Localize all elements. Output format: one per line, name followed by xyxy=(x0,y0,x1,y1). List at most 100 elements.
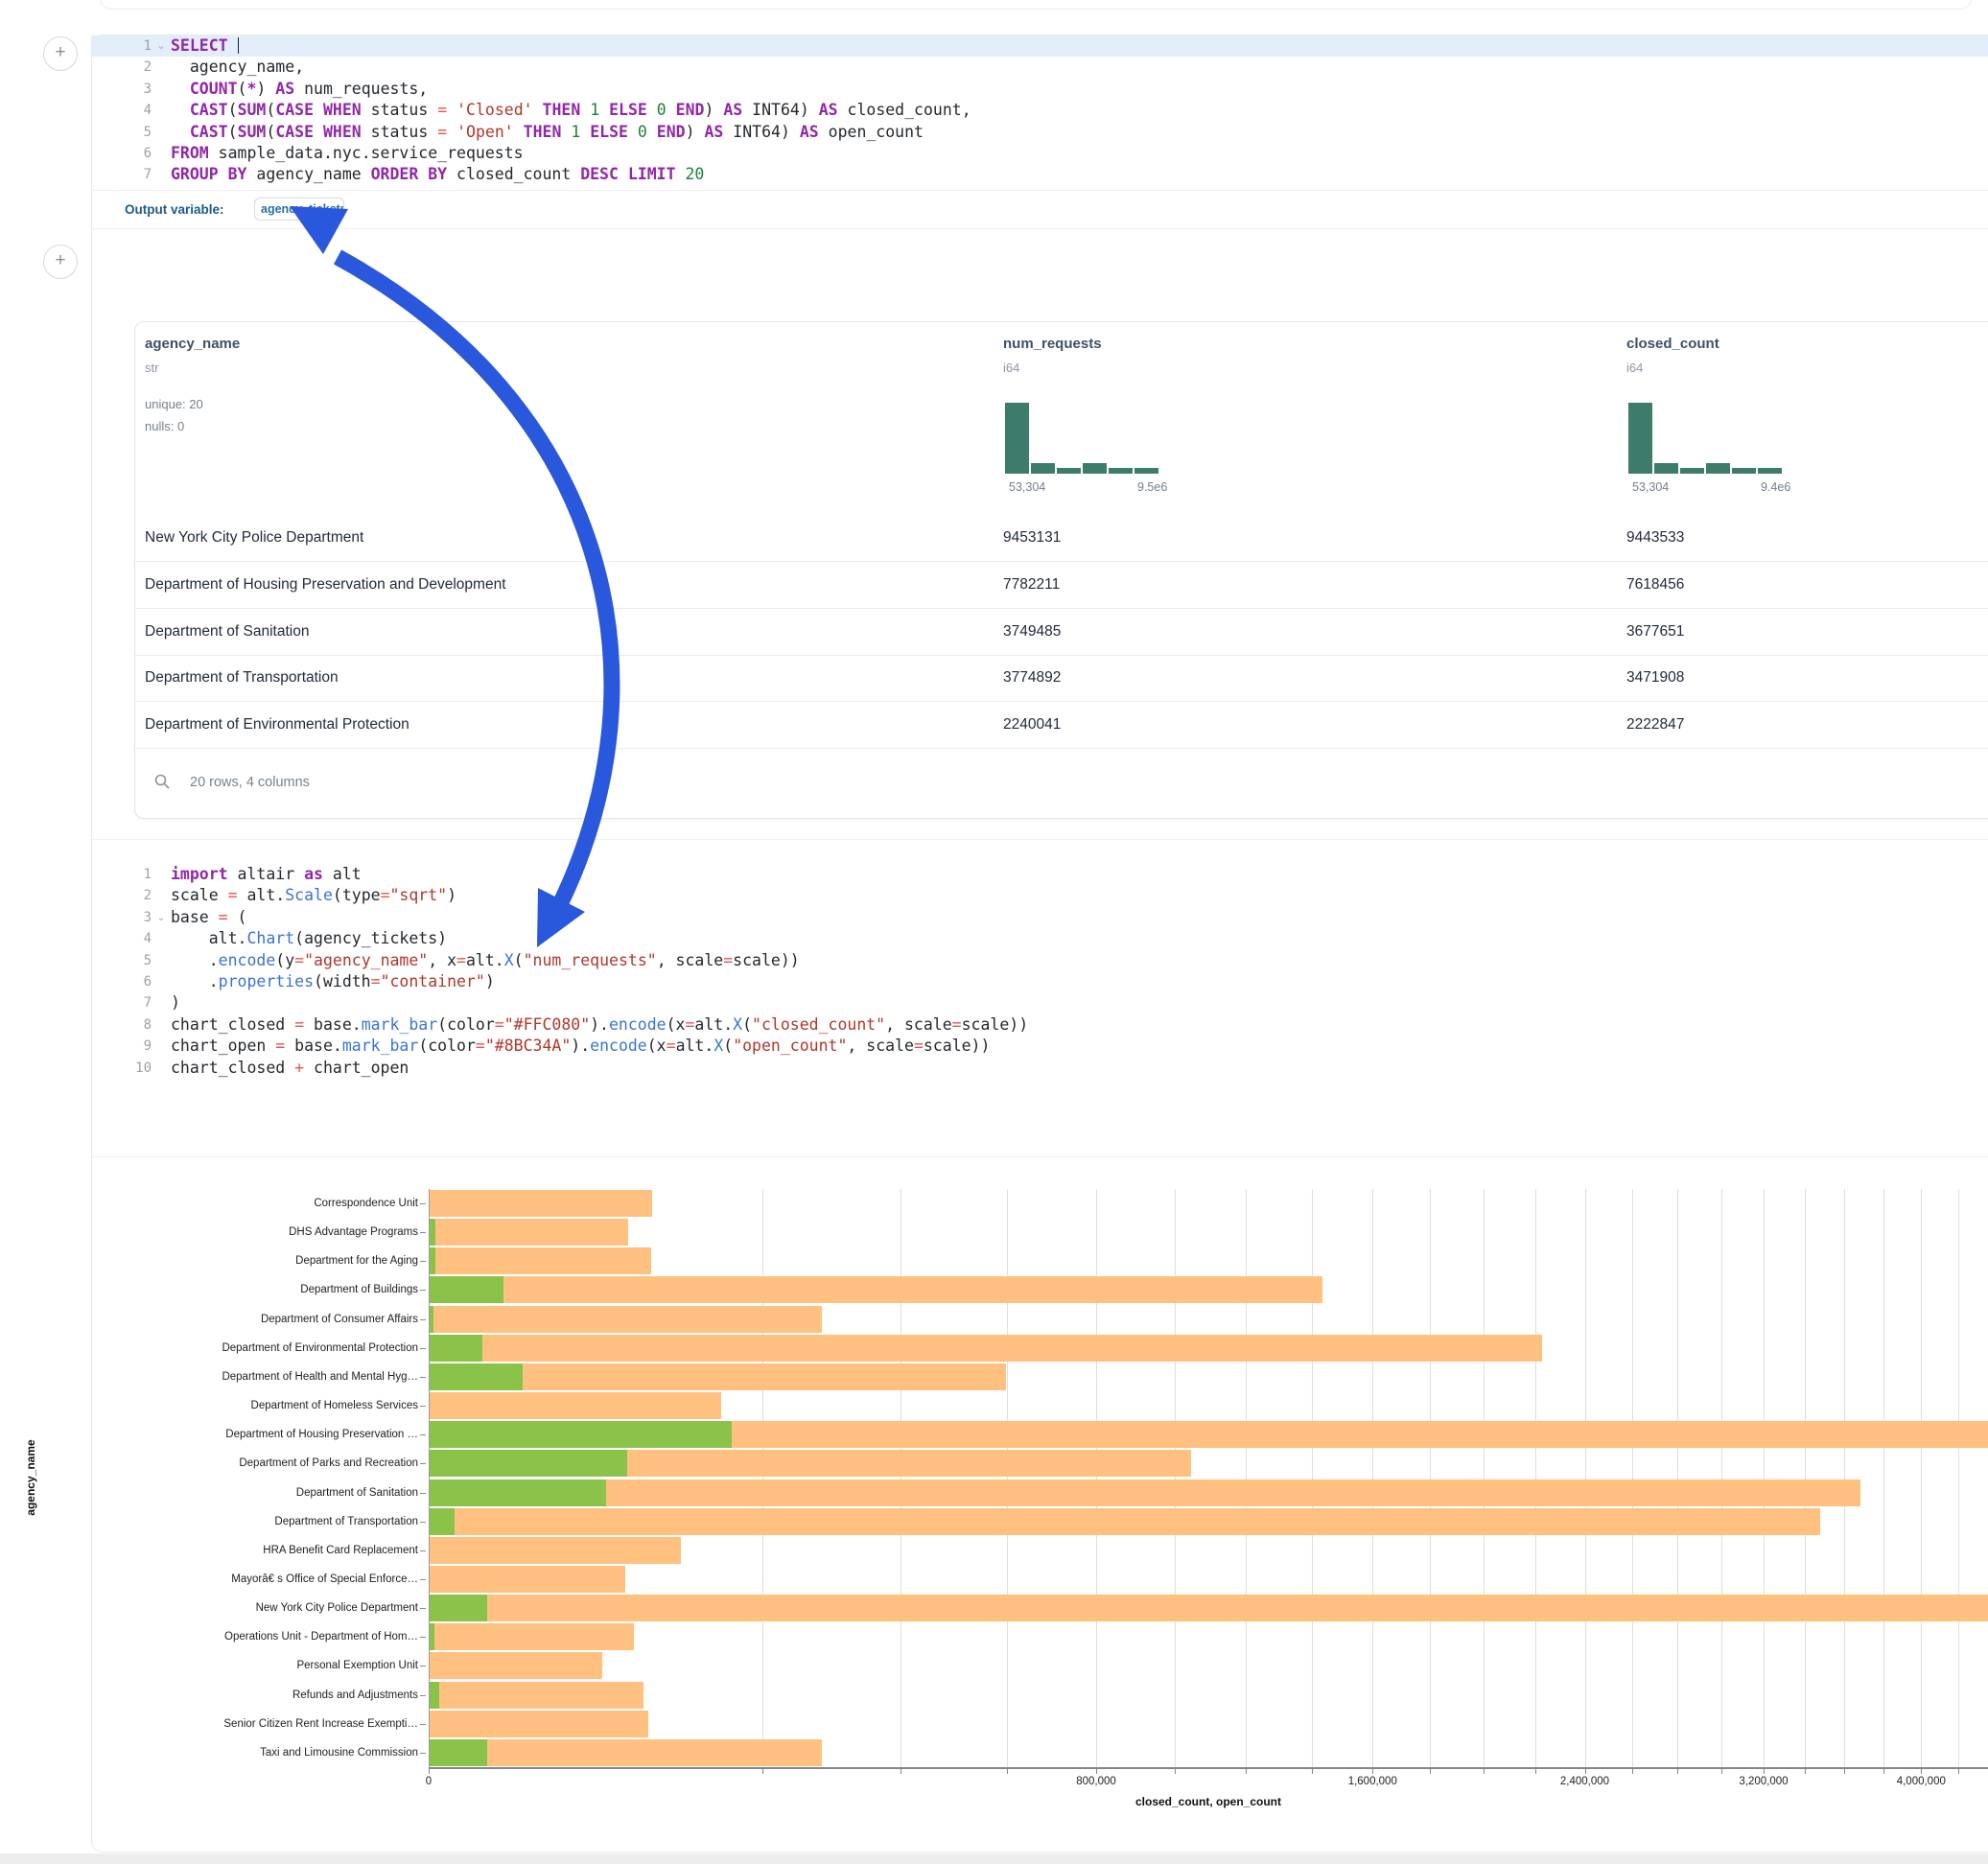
python-editor[interactable]: 1import altair as alt2scale = alt.Scale(… xyxy=(91,864,1988,1079)
table-row[interactable]: Department of Housing Preservation and D… xyxy=(135,561,1988,609)
column-header[interactable]: num_requests xyxy=(1003,336,1102,352)
code-line[interactable]: 8chart_closed = base.mark_bar(color="#FF… xyxy=(91,1014,1988,1036)
add-cell-button-output[interactable]: + xyxy=(43,245,78,279)
x-tick-label: 3,200,000 xyxy=(1720,1776,1807,1787)
gridline xyxy=(1805,1189,1806,1767)
code-line[interactable]: 2 agency_name, xyxy=(91,57,1988,78)
category-label: Department of Transportation xyxy=(134,1515,418,1528)
y-tick xyxy=(420,1377,426,1378)
open_count-bar xyxy=(430,1739,487,1766)
y-tick xyxy=(420,1522,426,1523)
text-cursor xyxy=(238,37,240,54)
closed_count-bar xyxy=(430,1566,625,1593)
gridline xyxy=(1535,1189,1536,1767)
line-number: 4 xyxy=(91,928,171,949)
column-header[interactable]: agency_name xyxy=(145,336,240,352)
line-number: 2 xyxy=(91,885,171,906)
column-header[interactable]: closed_count xyxy=(1626,336,1719,352)
closed_count-bar xyxy=(430,1508,1820,1535)
gridline xyxy=(1844,1189,1845,1767)
category-label: Department of Sanitation xyxy=(134,1486,418,1500)
closed_count-bar xyxy=(430,1739,822,1766)
code-line[interactable]: 3⌄base = ( xyxy=(91,907,1988,928)
line-number: 5 xyxy=(91,122,171,143)
category-label: Department of Health and Mental Hyg… xyxy=(134,1370,418,1384)
code-line[interactable]: 4 alt.Chart(agency_tickets) xyxy=(91,928,1988,949)
code-line[interactable]: 3 COUNT(*) AS num_requests, xyxy=(91,79,1988,100)
y-tick xyxy=(420,1261,426,1262)
table-row[interactable]: Department of Environmental Protection22… xyxy=(135,701,1988,749)
code-line[interactable]: 2scale = alt.Scale(type="sqrt") xyxy=(91,885,1988,906)
code-line[interactable]: 9chart_open = base.mark_bar(color="#8BC3… xyxy=(91,1036,1988,1057)
add-cell-button-top[interactable]: + xyxy=(43,36,78,71)
previous-cell-edge xyxy=(99,0,1973,10)
y-tick xyxy=(420,1753,426,1754)
code-line[interactable]: 10chart_closed + chart_open xyxy=(91,1058,1988,1079)
x-tick xyxy=(429,1769,430,1774)
gridline xyxy=(900,1189,901,1767)
table-cell: Department of Environmental Protection xyxy=(145,701,409,748)
code-line[interactable]: 6 .properties(width="container") xyxy=(91,971,1988,992)
code-line[interactable]: 5 CAST(SUM(CASE WHEN status = 'Open' THE… xyxy=(91,122,1988,143)
x-tick-label: 4,000,000 xyxy=(1878,1776,1964,1787)
x-tick xyxy=(1007,1769,1008,1774)
code-line[interactable]: 1import altair as alt xyxy=(91,864,1988,885)
code-line[interactable]: 6FROM sample_data.nyc.service_requests xyxy=(91,143,1988,164)
gridline xyxy=(1175,1189,1176,1767)
output-variable-row: Output variable: agency_tickets xyxy=(92,190,1988,229)
x-tick xyxy=(1535,1769,1536,1774)
y-tick xyxy=(420,1319,426,1320)
category-label: Department of Buildings xyxy=(134,1283,418,1296)
table-cell: Department of Housing Preservation and D… xyxy=(145,561,506,608)
table-cell: 9443533 xyxy=(1626,514,1684,561)
search-icon[interactable] xyxy=(154,774,170,794)
table-row[interactable]: Department of Transportation377489234719… xyxy=(135,654,1988,702)
gridline xyxy=(1372,1189,1373,1767)
closed_count-bar xyxy=(430,1219,628,1246)
sql-editor[interactable]: 1⌄SELECT 2 agency_name,3 COUNT(*) AS num… xyxy=(91,35,1988,186)
x-tick xyxy=(1721,1769,1722,1774)
line-number: 9 xyxy=(91,1036,171,1057)
closed_count-bar xyxy=(430,1276,1322,1303)
gridline xyxy=(1585,1189,1586,1767)
code-line[interactable]: 7) xyxy=(91,992,1988,1014)
open_count-bar xyxy=(430,1335,482,1362)
y-tick xyxy=(420,1724,426,1725)
y-tick xyxy=(420,1579,426,1580)
gridline xyxy=(1484,1189,1485,1767)
closed_count-bar xyxy=(430,1190,652,1217)
output-variable-chip[interactable]: agency_tickets xyxy=(254,198,344,221)
open_count-bar xyxy=(430,1450,627,1477)
chart-x-axis-line xyxy=(429,1767,1988,1769)
y-tick xyxy=(420,1493,426,1494)
open_count-bar xyxy=(430,1276,503,1303)
code-line[interactable]: 1⌄SELECT xyxy=(91,35,1988,57)
column-stat: unique: 20 xyxy=(145,397,203,411)
category-label: Refunds and Adjustments xyxy=(134,1689,418,1702)
code-line[interactable]: 4 CAST(SUM(CASE WHEN status = 'Closed' T… xyxy=(91,100,1988,121)
code-line[interactable]: 5 .encode(y="agency_name", x=alt.X("num_… xyxy=(91,950,1988,971)
line-number: 1⌄ xyxy=(91,35,171,57)
notebook-page: + + 1⌄SELECT 2 agency_name,3 COUNT(*) AS… xyxy=(0,0,1988,1864)
x-tick xyxy=(1883,1769,1884,1774)
category-label: New York City Police Department xyxy=(134,1601,418,1615)
collapse-chevron-icon[interactable]: ⌄ xyxy=(152,907,171,928)
collapse-chevron-icon[interactable]: ⌄ xyxy=(152,35,171,57)
y-tick xyxy=(420,1608,426,1609)
open_count-bar xyxy=(430,1682,439,1709)
closed_count-bar xyxy=(430,1623,634,1650)
line-number: 6 xyxy=(91,143,171,164)
table-cell: 3471908 xyxy=(1626,654,1684,701)
code-line[interactable]: 7GROUP BY agency_name ORDER BY closed_co… xyxy=(91,164,1988,185)
line-number: 4 xyxy=(91,100,171,121)
table-row-count: 20 rows, 4 columns xyxy=(190,748,310,817)
category-label: Department of Homeless Services xyxy=(134,1399,418,1412)
result-table-panel: agency_namestrunique: 20nulls: 0num_requ… xyxy=(134,321,1988,819)
output-variable-label: Output variable: xyxy=(125,191,224,228)
y-tick xyxy=(420,1434,426,1435)
open_count-bar xyxy=(430,1247,435,1274)
table-row[interactable]: Department of Sanitation37494853677651 xyxy=(135,608,1988,656)
closed_count-bar xyxy=(430,1392,721,1419)
table-row[interactable]: New York City Police Department945313194… xyxy=(135,514,1988,562)
line-number: 5 xyxy=(91,950,171,971)
